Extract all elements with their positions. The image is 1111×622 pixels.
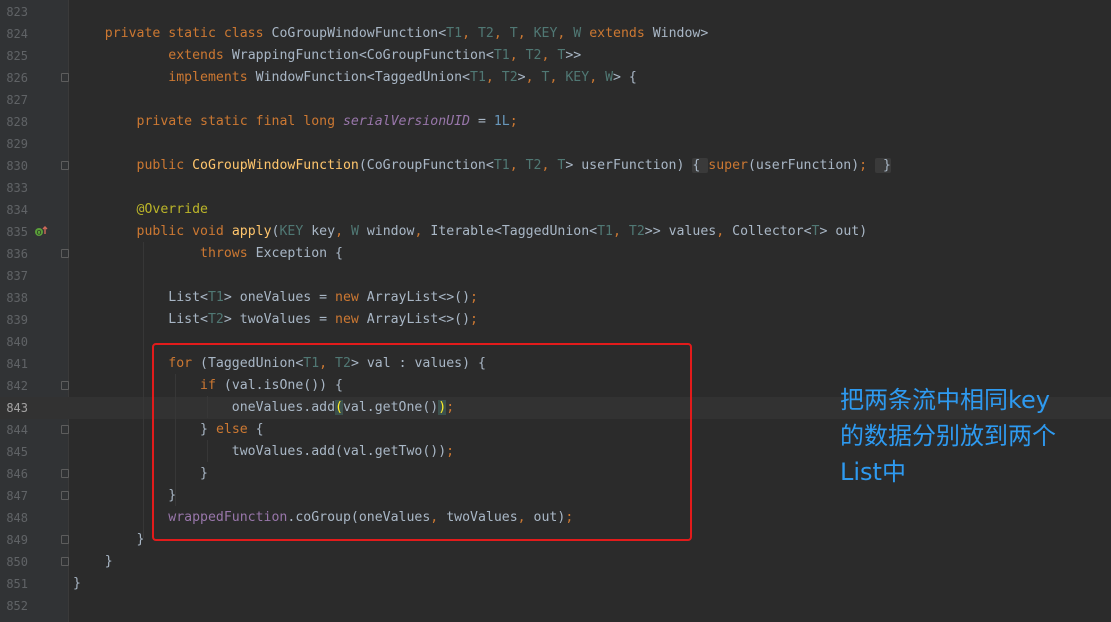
code-line[interactable]: 838 List<T1> oneValues = new ArrayList<>… <box>0 287 1111 309</box>
line-number[interactable]: 838 <box>0 287 28 309</box>
code-text[interactable]: List<T1> oneValues = new ArrayList<>(); <box>73 287 478 309</box>
code-line[interactable]: 830 public CoGroupWindowFunction(CoGroup… <box>0 155 1111 177</box>
code-text[interactable]: private static class CoGroupWindowFuncti… <box>73 23 709 45</box>
code-text[interactable]: @Override <box>73 199 208 221</box>
code-text[interactable]: throws Exception { <box>73 243 343 265</box>
code-line[interactable]: 836 throws Exception { <box>0 243 1111 265</box>
code-line[interactable]: 829 <box>0 133 1111 155</box>
line-number[interactable]: 852 <box>0 595 28 617</box>
fold-icon[interactable] <box>61 73 69 82</box>
line-number[interactable]: 827 <box>0 89 28 111</box>
override-implements-icon[interactable]: O <box>34 225 48 237</box>
line-number[interactable]: 834 <box>0 199 28 221</box>
line-number[interactable]: 833 <box>0 177 28 199</box>
code-text[interactable]: } <box>73 529 145 551</box>
code-line[interactable]: 834 @Override <box>0 199 1111 221</box>
code-line[interactable]: 839 List<T2> twoValues = new ArrayList<>… <box>0 309 1111 331</box>
code-text[interactable]: public void apply(KEY key, W window, Ite… <box>73 221 868 243</box>
fold-icon[interactable] <box>61 469 69 478</box>
code-line[interactable]: 827 <box>0 89 1111 111</box>
fold-icon[interactable] <box>61 557 69 566</box>
line-number[interactable]: 845 <box>0 441 28 463</box>
line-number[interactable]: 846 <box>0 463 28 485</box>
line-number[interactable]: 850 <box>0 551 28 573</box>
line-number[interactable]: 830 <box>0 155 28 177</box>
indent-guide <box>143 242 144 538</box>
line-number[interactable]: 840 <box>0 331 28 353</box>
line-number[interactable]: 829 <box>0 133 28 155</box>
line-number[interactable]: 842 <box>0 375 28 397</box>
line-number[interactable]: 824 <box>0 23 28 45</box>
code-text[interactable]: } <box>73 573 81 595</box>
svg-text:O: O <box>37 230 42 237</box>
line-number[interactable]: 849 <box>0 529 28 551</box>
annotation-note: 把两条流中相同key 的数据分别放到两个 List中 <box>840 386 1056 486</box>
line-number[interactable]: 851 <box>0 573 28 595</box>
code-line[interactable]: 852 <box>0 595 1111 617</box>
line-number[interactable]: 828 <box>0 111 28 133</box>
line-number[interactable]: 826 <box>0 67 28 89</box>
code-text[interactable]: public CoGroupWindowFunction(CoGroupFunc… <box>73 155 891 177</box>
code-text[interactable]: List<T2> twoValues = new ArrayList<>(); <box>73 309 478 331</box>
code-line[interactable]: 850 } <box>0 551 1111 573</box>
line-number[interactable]: 841 <box>0 353 28 375</box>
fold-icon[interactable] <box>61 381 69 390</box>
code-line[interactable]: 837 <box>0 265 1111 287</box>
line-number[interactable]: 847 <box>0 485 28 507</box>
fold-icon[interactable] <box>61 249 69 258</box>
code-text[interactable]: implements WindowFunction<TaggedUnion<T1… <box>73 67 637 89</box>
line-number[interactable]: 835 <box>0 221 28 243</box>
code-line[interactable]: 833 <box>0 177 1111 199</box>
line-number[interactable]: 837 <box>0 265 28 287</box>
line-number[interactable]: 825 <box>0 45 28 67</box>
code-text[interactable]: extends WrappingFunction<CoGroupFunction… <box>73 45 581 67</box>
code-line[interactable]: 826 implements WindowFunction<TaggedUnio… <box>0 67 1111 89</box>
line-number[interactable]: 839 <box>0 309 28 331</box>
code-line[interactable]: 823 <box>0 1 1111 23</box>
fold-icon[interactable] <box>61 161 69 170</box>
line-number[interactable]: 836 <box>0 243 28 265</box>
fold-icon[interactable] <box>61 425 69 434</box>
line-number[interactable]: 823 <box>0 1 28 23</box>
highlight-box <box>152 343 692 541</box>
line-number[interactable]: 843 <box>0 397 28 419</box>
code-text[interactable]: private static final long serialVersionU… <box>73 111 518 133</box>
code-line[interactable]: 828 private static final long serialVers… <box>0 111 1111 133</box>
code-line[interactable]: 851} <box>0 573 1111 595</box>
fold-icon[interactable] <box>61 491 69 500</box>
code-line[interactable]: 824 private static class CoGroupWindowFu… <box>0 23 1111 45</box>
code-text[interactable]: } <box>73 551 113 573</box>
line-number[interactable]: 848 <box>0 507 28 529</box>
line-number[interactable]: 844 <box>0 419 28 441</box>
fold-icon[interactable] <box>61 535 69 544</box>
code-line[interactable]: 835 O public void apply(KEY key, W window… <box>0 221 1111 243</box>
code-line[interactable]: 825 extends WrappingFunction<CoGroupFunc… <box>0 45 1111 67</box>
